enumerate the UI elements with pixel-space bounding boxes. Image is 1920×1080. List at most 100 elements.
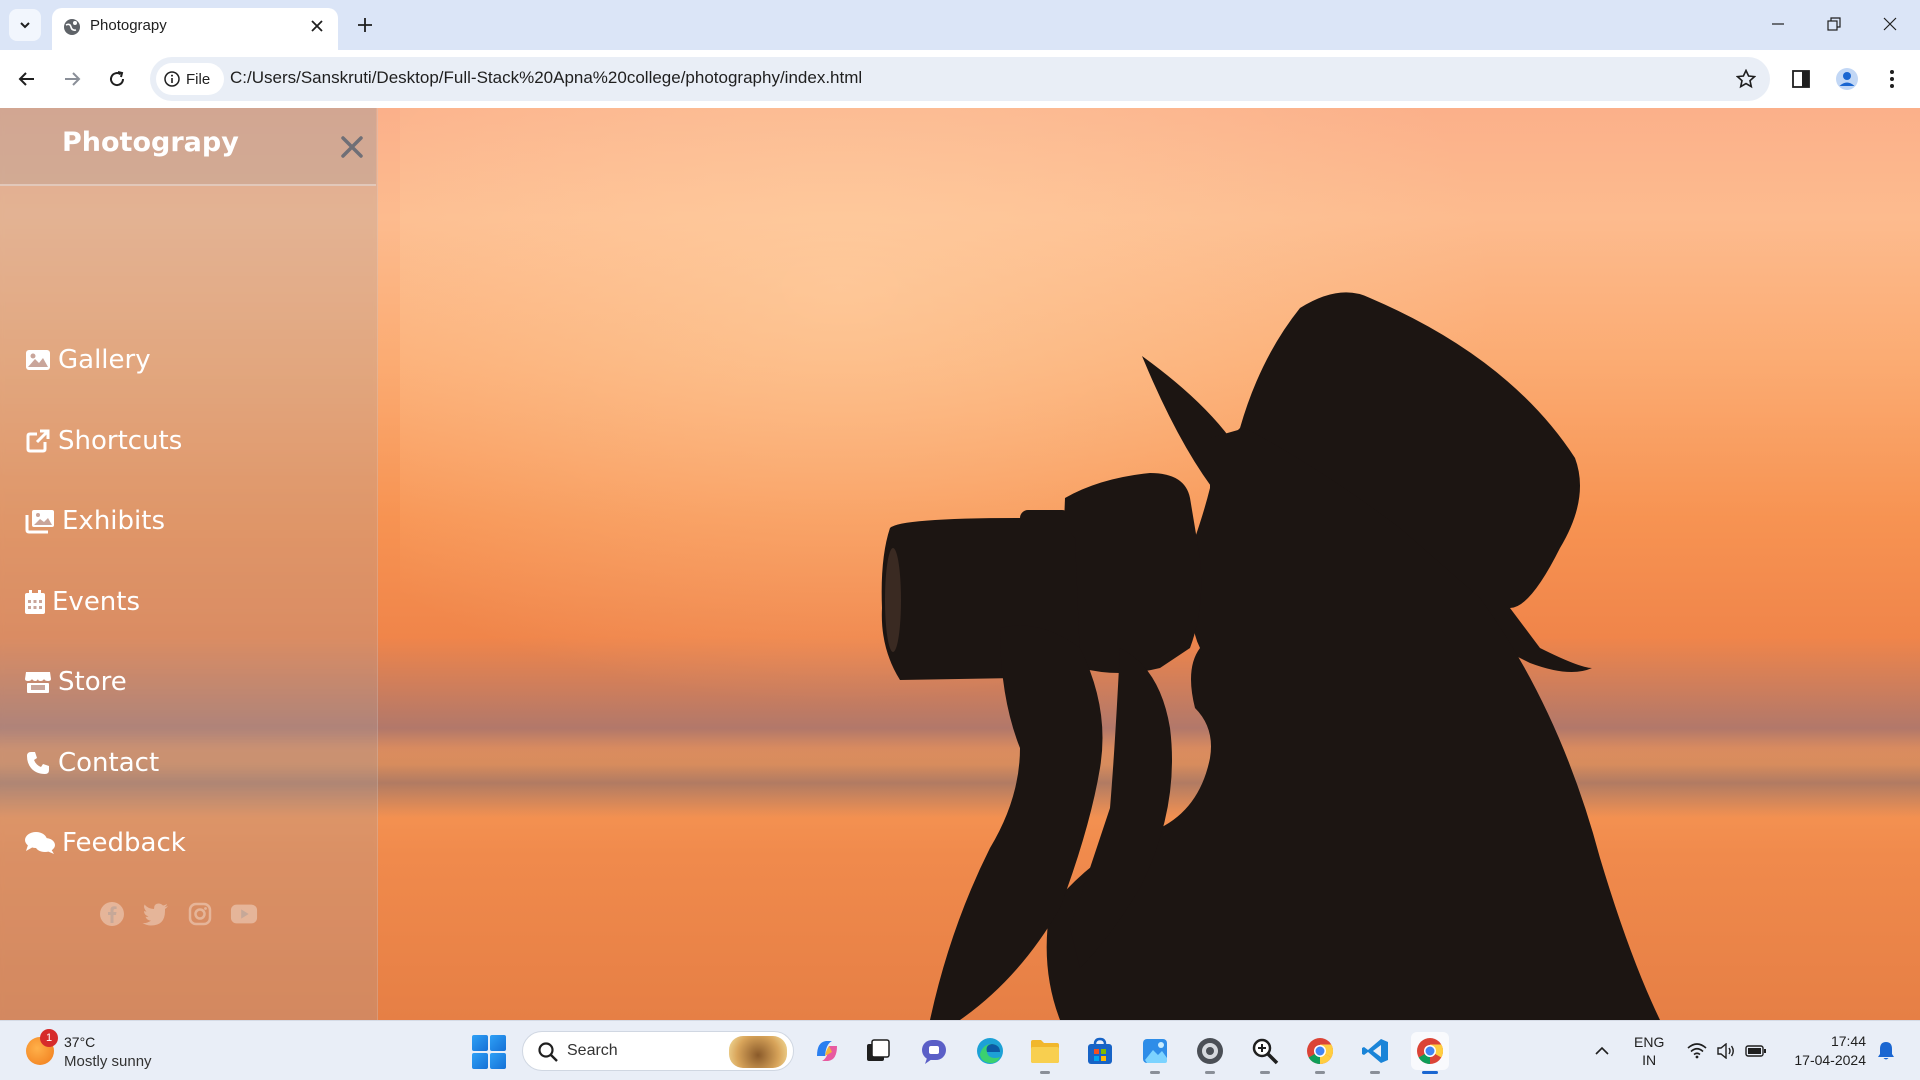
menu-item-exhibits[interactable]: Exhibits [24,496,165,546]
bell-icon [1878,1042,1894,1060]
windows-logo-tile [472,1035,488,1051]
comments-icon [24,829,56,857]
notification-center-button[interactable] [1874,1039,1898,1063]
minimize-button[interactable] [1756,8,1800,40]
photos-icon [1143,1039,1167,1063]
profile-button[interactable] [1830,62,1864,96]
system-app[interactable] [1191,1032,1229,1074]
clock-date: 17-04-2024 [1794,1052,1866,1068]
browser-tab-strip: Photograpy [0,0,1920,50]
site-info-chip[interactable]: File [156,63,224,95]
weather-widget[interactable]: 1 37°C Mostly sunny [24,1029,184,1073]
weather-temperature: 37°C [64,1034,96,1050]
vscode-app[interactable] [1356,1032,1394,1074]
menu-label-contact: Contact [58,748,160,778]
photos-app[interactable] [1136,1032,1174,1074]
close-window-button[interactable] [1868,8,1912,40]
chrome-icon [1307,1038,1334,1065]
chevron-down-icon [20,22,30,29]
side-panel-button[interactable] [1784,62,1818,96]
chrome-app[interactable] [1301,1032,1339,1074]
chrome-app-active[interactable] [1411,1032,1449,1074]
microsoft-store-app[interactable] [1081,1032,1119,1070]
running-indicator [1370,1071,1380,1074]
menu-item-store[interactable]: Store [24,657,127,707]
language-indicator[interactable]: ENG IN [1634,1033,1664,1069]
file-explorer-app[interactable] [1026,1032,1064,1074]
youtube-icon[interactable] [230,900,258,928]
brand-title[interactable]: Photograpy [62,127,239,158]
system-clock[interactable]: 17:44 17-04-2024 [1782,1032,1866,1070]
magnifier-app[interactable] [1246,1032,1284,1074]
task-view-icon [867,1039,890,1061]
search-highlight-image [729,1036,787,1068]
taskbar-search[interactable]: Search [522,1031,794,1071]
active-indicator [1422,1071,1438,1074]
windows-start-button[interactable] [472,1035,506,1069]
restore-icon [1827,17,1841,31]
os-taskbar: 1 37°C Mostly sunny Search ENG IN 17:44 … [0,1020,1920,1080]
new-tab-button[interactable] [350,10,380,40]
site-chip-label: File [186,70,211,88]
teams-app[interactable] [915,1032,953,1070]
instagram-icon[interactable] [186,900,214,928]
phone-icon [24,749,52,777]
address-bar[interactable]: File C:/Users/Sanskruti/Desktop/Full-Sta… [150,57,1770,101]
sidebar-header: Photograpy [0,108,376,186]
social-links [98,900,258,928]
menu-label-feedback: Feedback [62,828,186,858]
tab-title: Photograpy [90,17,167,34]
menu-item-gallery[interactable]: Gallery [24,335,151,385]
running-indicator [1260,1071,1270,1074]
copilot-app[interactable] [808,1032,846,1070]
battery-icon[interactable] [1744,1039,1768,1063]
task-view-app[interactable] [859,1032,897,1070]
menu-item-feedback[interactable]: Feedback [24,818,186,868]
browser-menu-button[interactable] [1875,62,1909,96]
more-vertical-icon [1890,70,1894,88]
notification-badge: 1 [40,1029,58,1047]
bookmark-button[interactable] [1732,65,1760,93]
copilot-icon [817,1041,837,1061]
restore-button[interactable] [1812,8,1856,40]
info-icon [164,71,180,87]
menu-item-shortcuts[interactable]: Shortcuts [24,416,182,466]
url-text[interactable]: C:/Users/Sanskruti/Desktop/Full-Stack%20… [230,68,862,88]
show-hidden-icons-button[interactable] [1590,1039,1614,1063]
wifi-icon[interactable] [1685,1039,1709,1063]
volume-icon[interactable] [1714,1039,1738,1063]
tab-close-button[interactable] [306,15,328,37]
back-button[interactable] [10,62,44,96]
external-link-icon [24,427,52,455]
facebook-icon[interactable] [98,900,126,928]
arrow-left-icon [18,72,34,86]
globe-icon [64,19,80,35]
reload-button[interactable] [100,62,134,96]
browser-tab[interactable]: Photograpy [52,8,338,50]
magnifier-icon [1252,1038,1279,1065]
menu-item-events[interactable]: Events [24,577,140,627]
language-code: ENG [1634,1034,1665,1050]
weather-description: Mostly sunny [64,1053,152,1070]
sidebar: Photograpy Gallery Shortcuts Exhibits Ev… [0,108,378,1020]
region-code: IN [1642,1052,1657,1068]
running-indicator [1150,1071,1160,1074]
calendar-icon [24,588,46,616]
store-bag-icon [1088,1037,1112,1064]
vscode-icon [1362,1039,1388,1063]
tab-search-button[interactable] [9,9,41,41]
plus-icon [358,18,372,32]
forward-button[interactable] [55,62,89,96]
close-icon [1883,17,1897,31]
chevron-up-icon [1595,1046,1609,1055]
twitter-icon[interactable] [142,900,170,928]
sidebar-close-button[interactable] [337,132,367,162]
windows-logo-tile [490,1035,506,1051]
edge-app[interactable] [971,1032,1009,1070]
clock-time: 17:44 [1830,1033,1866,1049]
minimize-icon [1772,23,1784,25]
page-viewport: Photograpy Gallery Shortcuts Exhibits Ev… [0,108,1920,1020]
menu-label-exhibits: Exhibits [62,506,165,536]
menu-label-events: Events [52,587,141,617]
menu-item-contact[interactable]: Contact [24,738,159,788]
